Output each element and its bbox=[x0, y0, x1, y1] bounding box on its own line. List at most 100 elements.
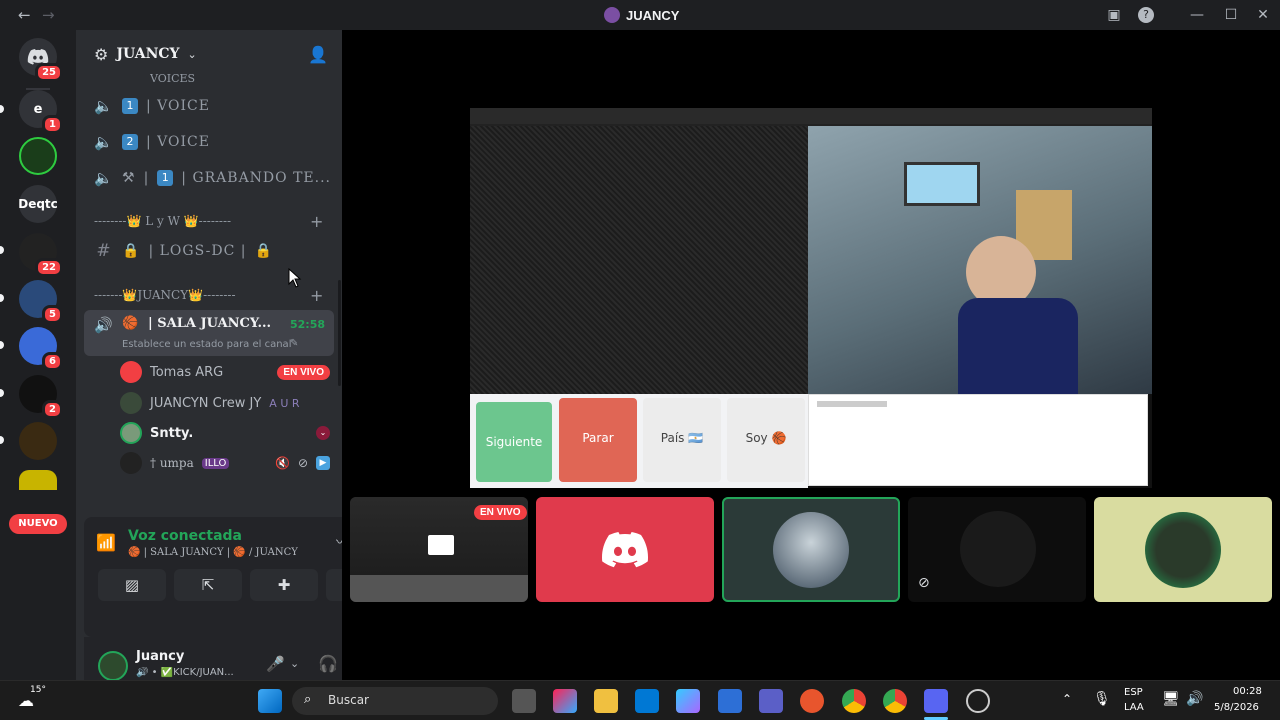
user-tag: A U R bbox=[269, 396, 300, 410]
active-voice-channel[interactable]: 🔊 🏀 | SALA JUANCY... 52:58 Establece un … bbox=[84, 310, 334, 356]
participant-tile[interactable] bbox=[1094, 497, 1272, 602]
deafened-icon: ⊘ bbox=[297, 456, 308, 470]
unread-pill bbox=[0, 246, 4, 254]
server-badge: 5 bbox=[42, 305, 63, 324]
close-button[interactable]: ✕ bbox=[1253, 5, 1273, 25]
channel-logs[interactable]: # 🔒 | LOGS-DC | 🔒 bbox=[94, 236, 273, 266]
avatar bbox=[960, 511, 1036, 587]
channel-status-prompt[interactable]: Establece un estado para el canal bbox=[122, 339, 291, 350]
soy-button[interactable]: Soy 🏀 bbox=[727, 398, 805, 482]
microphone-icon[interactable]: 🎤 bbox=[266, 655, 285, 673]
m365-icon[interactable] bbox=[676, 689, 700, 713]
teams-icon[interactable] bbox=[759, 689, 783, 713]
speaker-icon: 🔈 bbox=[94, 169, 114, 187]
siguiente-button[interactable]: Siguiente bbox=[476, 402, 552, 482]
channel-name: | VOICE bbox=[146, 134, 210, 150]
clock-time[interactable]: 00:28 bbox=[1233, 686, 1262, 697]
server-header[interactable]: ⚙ JUANCY ⌄ 👤 bbox=[76, 30, 342, 78]
tv-screen bbox=[904, 162, 980, 206]
scrollbar[interactable] bbox=[338, 280, 341, 386]
channel-voice-1[interactable]: 🔈 1 | VOICE bbox=[94, 91, 210, 121]
server-treeh[interactable]: 2 bbox=[19, 375, 63, 419]
volume-icon[interactable]: 🔊 bbox=[1186, 691, 1203, 707]
chevron-up-icon[interactable]: ⌃ bbox=[1062, 692, 1072, 706]
channel-voice-2[interactable]: 🔈 2 | VOICE bbox=[94, 127, 210, 157]
parar-button[interactable]: Parar bbox=[559, 398, 637, 482]
window-title-text: JUANCY bbox=[626, 7, 680, 23]
store-icon[interactable] bbox=[718, 689, 742, 713]
voice-location[interactable]: 🏀 | SALA JUANCY | 🏀 / JUANCY bbox=[128, 547, 298, 558]
voice-user[interactable]: Sntty. ⌄ bbox=[120, 419, 330, 447]
help-icon[interactable]: ? bbox=[1138, 7, 1154, 23]
lock-icon: 🔒 bbox=[254, 243, 273, 259]
inbox-icon[interactable]: ▣ bbox=[1104, 5, 1124, 25]
copilot-icon[interactable] bbox=[553, 689, 577, 713]
share-screen-icon: ⇱ bbox=[201, 576, 215, 594]
user-name[interactable]: Juancy bbox=[136, 649, 184, 664]
clock-date[interactable]: 5/8/2026 bbox=[1214, 702, 1259, 713]
microphone-icon[interactable]: 🎙 bbox=[1093, 691, 1111, 707]
pais-button[interactable]: País 🇦🇷 bbox=[643, 398, 721, 482]
server-8[interactable] bbox=[19, 422, 57, 460]
back-arrow-icon[interactable]: ← bbox=[18, 6, 31, 24]
home-badge: 25 bbox=[35, 63, 63, 82]
controls-panel: Siguiente Parar País 🇦🇷 Soy 🏀 bbox=[470, 394, 808, 488]
headphones-icon[interactable]: 🎧 bbox=[318, 654, 338, 673]
chrome-icon[interactable] bbox=[842, 689, 866, 713]
participant-tile[interactable]: ⊘ bbox=[908, 497, 1086, 602]
user-name: † umpa bbox=[150, 456, 194, 470]
app-icon[interactable] bbox=[800, 689, 824, 713]
server-4[interactable]: 22 bbox=[19, 233, 63, 277]
keyboard-layout[interactable]: LAA bbox=[1124, 702, 1144, 713]
add-channel-icon[interactable]: + bbox=[310, 212, 323, 231]
server-badge: 1 bbox=[42, 115, 63, 134]
outlook-icon[interactable] bbox=[635, 689, 659, 713]
server-fighters[interactable] bbox=[19, 137, 57, 175]
server-9[interactable] bbox=[19, 470, 57, 490]
chrome-icon[interactable] bbox=[883, 689, 907, 713]
server-e[interactable]: e1 bbox=[19, 90, 63, 134]
voice-user[interactable]: Tomas ARG EN VIVO bbox=[120, 358, 330, 386]
channel-grabando[interactable]: 🔈 ⚒ | 1 | GRABANDO TE... bbox=[94, 163, 331, 193]
server-gw[interactable]: 6 bbox=[19, 327, 63, 371]
maximize-button[interactable]: ☐ bbox=[1221, 5, 1241, 25]
avatar[interactable] bbox=[98, 651, 128, 681]
camera-off-button[interactable]: ▨ bbox=[98, 569, 166, 601]
add-member-icon[interactable]: 👤 bbox=[308, 45, 328, 64]
category-juancy[interactable]: -------👑JUANCY👑-------- bbox=[94, 288, 236, 302]
activities-button[interactable]: ✚ bbox=[250, 569, 318, 601]
search-box[interactable]: ⌕ Buscar bbox=[292, 687, 498, 715]
thumbnail-controls bbox=[350, 575, 528, 602]
speaker-icon: 🔈 bbox=[94, 133, 114, 151]
minimize-button[interactable]: — bbox=[1187, 5, 1207, 25]
home-button[interactable]: 25 bbox=[19, 38, 63, 82]
activities-icon: ✚ bbox=[277, 576, 291, 594]
badge-icon: ⌄ bbox=[316, 426, 330, 440]
share-screen-button[interactable]: ⇱ bbox=[174, 569, 242, 601]
windows-start-icon[interactable] bbox=[258, 689, 282, 713]
forward-arrow-icon[interactable]: → bbox=[42, 6, 55, 24]
category-lyw[interactable]: --------👑 L y W 👑-------- bbox=[94, 214, 231, 228]
network-icon[interactable]: 🖥 bbox=[1162, 691, 1180, 707]
chevron-down-icon[interactable]: ⌄ bbox=[290, 657, 299, 670]
title-bar: ← → JUANCY ▣ ? — ☐ ✕ bbox=[0, 0, 1280, 30]
task-view-icon[interactable] bbox=[512, 689, 536, 713]
screen-share-view[interactable]: Siguiente Parar País 🇦🇷 Soy 🏀 bbox=[470, 108, 1152, 488]
language-code[interactable]: ESP bbox=[1124, 687, 1143, 698]
server-5[interactable]: 5 bbox=[19, 280, 63, 324]
new-badge[interactable]: NUEVO bbox=[9, 514, 67, 534]
pencil-icon[interactable]: ✎ bbox=[290, 338, 298, 349]
voice-user[interactable]: † umpa ILLO 🔇 ⊘ ▶ bbox=[120, 449, 330, 477]
server-label: Deqtc bbox=[18, 197, 58, 211]
participant-tile-speaking[interactable] bbox=[722, 497, 900, 602]
add-channel-icon[interactable]: + bbox=[310, 286, 323, 305]
obs-icon[interactable] bbox=[966, 689, 990, 713]
discord-taskbar-icon[interactable] bbox=[924, 689, 948, 713]
stream-tile[interactable]: EN VIVO bbox=[350, 497, 528, 602]
voice-status[interactable]: Voz conectada bbox=[128, 528, 242, 544]
voice-user[interactable]: JUANCYN Crew JY A U R bbox=[120, 389, 330, 417]
avatar bbox=[120, 452, 142, 474]
file-explorer-icon[interactable] bbox=[594, 689, 618, 713]
participant-tile[interactable] bbox=[536, 497, 714, 602]
server-deqtc[interactable]: Deqtc bbox=[18, 185, 58, 223]
